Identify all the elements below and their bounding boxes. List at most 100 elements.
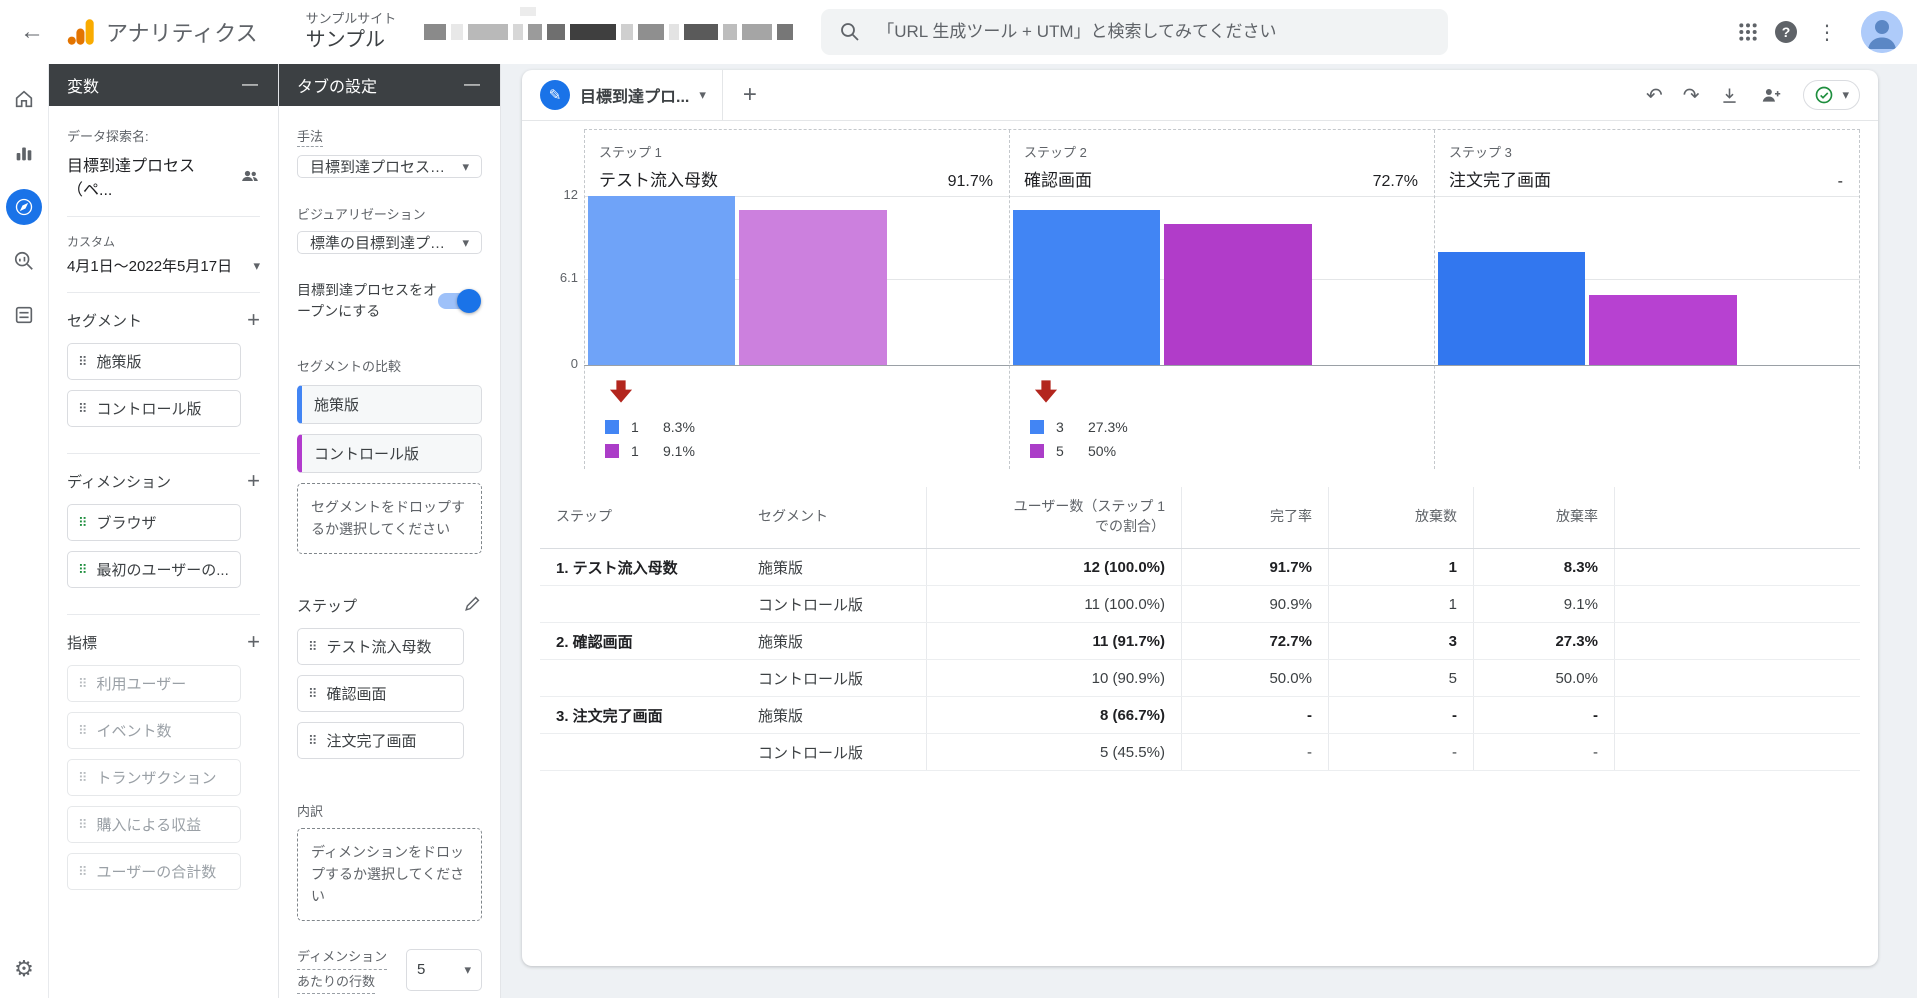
share-users-icon[interactable]	[1760, 85, 1783, 106]
more-menu-icon[interactable]: ⋮	[1809, 20, 1845, 45]
open-funnel-label: 目標到達プロセスをオープンにする	[297, 282, 437, 319]
segment-chip[interactable]: ⠿ 施策版	[67, 343, 241, 380]
dimension-chip[interactable]: ⠿ 最初のユーザーの...	[67, 551, 241, 588]
table-row[interactable]: コントロール版 11 (100.0%) 90.9% 1 9.1%	[540, 585, 1860, 624]
metric-chip[interactable]: ⠿ トランザクション	[67, 759, 241, 796]
add-tab-button[interactable]: +	[723, 70, 777, 120]
metric-chip[interactable]: ⠿ ユーザーの合計数	[67, 853, 241, 890]
funnel-step-index: ステップ 1	[599, 145, 662, 160]
account-switcher[interactable]: サンプルサイト サンプル	[306, 11, 397, 52]
abandon-rate-cell: 9.1%	[1473, 585, 1615, 624]
date-badge: カスタム	[67, 235, 116, 249]
users-cell: 11 (91.7%)	[926, 622, 1182, 661]
table-row[interactable]: コントロール版 10 (90.9%) 50.0% 5 50.0%	[540, 659, 1860, 698]
completion-cell: 50.0%	[1181, 659, 1329, 698]
add-segment-button[interactable]: +	[247, 309, 260, 331]
funnel-bar[interactable]	[1013, 210, 1161, 365]
abandonment-count: 5	[1056, 443, 1064, 459]
advertising-icon[interactable]	[9, 246, 39, 276]
metric-chip[interactable]: ⠿ 購入による収益	[67, 806, 241, 843]
apps-grid-icon[interactable]	[1733, 17, 1763, 47]
chip-label: テスト流入母数	[326, 639, 432, 657]
drag-handle-icon: ⠿	[78, 561, 88, 577]
dimension-chip[interactable]: ⠿ ブラウザ	[67, 504, 241, 541]
library-icon[interactable]	[9, 300, 39, 330]
breakdown-drop-zone[interactable]: ディメンションをドロップするか選択してください	[297, 828, 482, 922]
date-range-picker[interactable]: カスタム 4月1日〜2022年5月17日 ▾	[67, 233, 260, 276]
chip-label: コントロール版	[96, 401, 202, 418]
funnel-step-chip[interactable]: ⠿ テスト流入母数	[297, 628, 464, 666]
redacted-block	[723, 24, 738, 40]
table-row[interactable]: コントロール版 5 (45.5%) - - -	[540, 733, 1860, 772]
home-icon[interactable]	[9, 84, 39, 114]
segment-cell: コントロール版	[742, 585, 927, 624]
funnel-step-chip[interactable]: ⠿ 確認画面	[297, 675, 464, 713]
filler-cell	[1614, 585, 1860, 624]
status-ok-button[interactable]: ▾	[1803, 80, 1860, 110]
redo-icon[interactable]: ↷	[1683, 83, 1700, 108]
dimensions-list: ⠿ ブラウザ ⠿ 最初のユーザーの...	[67, 504, 260, 598]
abandonment-arrow-icon	[609, 379, 633, 409]
funnel-bar[interactable]	[1438, 252, 1586, 365]
funnel-step-chip[interactable]: ⠿ 注文完了画面	[297, 722, 464, 760]
canvas-tabbar: ✎ 目標到達プロ... ▾ + ↶ ↷ ▾	[522, 70, 1878, 121]
funnel-step-column: ステップ 3 注文完了画面 -	[1434, 130, 1859, 469]
funnel-bar[interactable]	[739, 210, 887, 365]
funnel-bar[interactable]	[1589, 295, 1737, 365]
add-dimension-button[interactable]: +	[247, 470, 260, 492]
drag-handle-icon: ⠿	[78, 863, 88, 879]
reports-icon[interactable]	[9, 138, 39, 168]
segments-section-label: セグメント	[67, 312, 143, 330]
abandonments-cell: 5	[1328, 659, 1474, 698]
chip-label: 施策版	[314, 397, 360, 414]
minimize-tab-settings-button[interactable]: —	[458, 74, 486, 96]
redacted-block	[638, 24, 665, 40]
technique-select[interactable]: 目標到達プロセスデー... ▾	[297, 155, 482, 178]
segment-chip[interactable]: ⠿ コントロール版	[67, 390, 241, 427]
search-bar[interactable]	[821, 9, 1449, 55]
drag-handle-icon: ⠿	[78, 353, 88, 369]
undo-icon[interactable]: ↶	[1646, 83, 1663, 108]
rows-per-dimension-label: ディメンション あたりの行数	[297, 945, 388, 995]
table-row[interactable]: 2. 確認画面 施策版 11 (91.7%) 72.7% 3 27.3%	[540, 622, 1860, 661]
edit-steps-pencil-icon[interactable]	[463, 594, 482, 616]
table-row[interactable]: 1. テスト流入母数 施策版 12 (100.0%) 91.7% 1 8.3%	[540, 548, 1860, 587]
visualization-select[interactable]: 標準の目標到達プロセス ▾	[297, 231, 482, 254]
funnel-bar[interactable]	[1164, 224, 1312, 365]
chip-label: コントロール版	[314, 446, 420, 463]
admin-gear-icon[interactable]: ⚙	[14, 956, 34, 982]
search-input[interactable]	[875, 21, 1431, 43]
funnel-bar[interactable]	[588, 196, 736, 365]
metric-chip[interactable]: ⠿ イベント数	[67, 712, 241, 749]
open-funnel-toggle[interactable]	[438, 289, 481, 313]
segment-cell: コントロール版	[742, 733, 927, 772]
add-metric-button[interactable]: +	[247, 631, 260, 653]
funnel-bars	[1435, 196, 1859, 365]
account-label: サンプルサイト	[305, 11, 397, 27]
explore-icon-active[interactable]	[6, 189, 42, 225]
segment-drop-zone[interactable]: セグメントをドロップするか選択してください	[297, 483, 482, 555]
rows-per-dimension-select[interactable]: 5 ▾	[406, 948, 482, 991]
dimensions-section-label: ディメンション	[67, 473, 171, 491]
chip-label: イベント数	[96, 723, 172, 740]
table-row[interactable]: 3. 注文完了画面 施策版 8 (66.7%) - - -	[540, 696, 1860, 735]
minimize-variables-button[interactable]: —	[236, 74, 264, 96]
segment-cell: 施策版	[742, 622, 927, 661]
chip-label: ユーザーの合計数	[96, 864, 217, 881]
download-icon[interactable]	[1719, 85, 1740, 106]
chip-label: 確認画面	[326, 686, 387, 704]
step-cell	[540, 733, 742, 772]
tab-funnel[interactable]: ✎ 目標到達プロ... ▾	[536, 70, 722, 120]
back-button[interactable]: ←	[14, 12, 50, 52]
compare-segment-chip[interactable]: 施策版	[297, 385, 482, 424]
y-axis-tick: 6.1	[559, 270, 578, 285]
exploration-name[interactable]: 目標到達プロセス（ペ...	[67, 152, 240, 200]
steps-section-label: ステップ	[297, 597, 358, 615]
metric-chip[interactable]: ⠿ 利用ユーザー	[67, 665, 241, 702]
user-avatar[interactable]	[1861, 11, 1903, 53]
help-icon[interactable]: ?	[1775, 21, 1797, 43]
analytics-logo-icon[interactable]	[66, 17, 96, 47]
redacted-block	[468, 24, 509, 40]
compare-segment-chip[interactable]: コントロール版	[297, 434, 482, 473]
completion-cell: -	[1181, 696, 1329, 735]
